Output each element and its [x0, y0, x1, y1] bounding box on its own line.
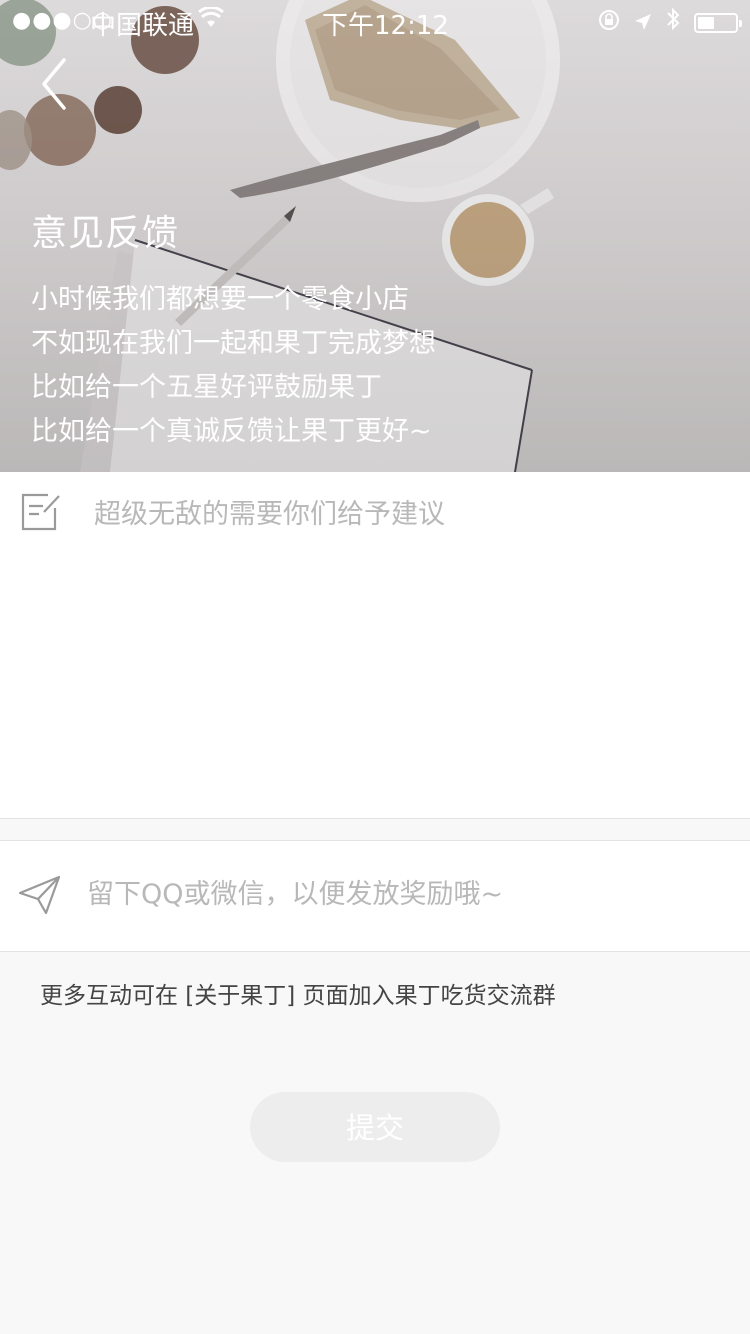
back-button[interactable]	[36, 56, 76, 112]
community-note: 更多互动可在 [关于果丁] 页面加入果丁吃货交流群	[40, 983, 556, 1009]
carrier-name: 中国联通	[90, 11, 195, 41]
chevron-left-icon	[42, 58, 66, 110]
battery-level	[698, 16, 714, 29]
paper-plane-icon	[18, 875, 62, 919]
feedback-section	[0, 472, 750, 819]
header-hero: ●●●○○ 中国联通 下午12:12 意见反馈 小时候我们都想要一个零食小店 不…	[0, 0, 750, 472]
contact-input[interactable]	[87, 869, 707, 919]
battery-icon	[694, 12, 742, 33]
location-arrow-icon	[634, 8, 652, 38]
intro-line: 不如现在我们一起和果丁完成梦想	[31, 328, 436, 359]
intro-line: 比如给一个真诚反馈让果丁更好~	[31, 416, 432, 447]
feedback-input[interactable]	[94, 492, 714, 792]
status-time: 下午12:12	[322, 11, 449, 41]
wifi-icon	[198, 5, 224, 36]
page-title: 意见反馈	[31, 213, 180, 254]
intro-line: 小时候我们都想要一个零食小店	[31, 284, 409, 315]
edit-note-icon	[20, 492, 62, 536]
orientation-lock-icon	[598, 8, 620, 38]
intro-line: 比如给一个五星好评鼓励果丁	[31, 372, 382, 403]
contact-section	[0, 840, 750, 952]
bluetooth-icon	[666, 7, 680, 38]
submit-button[interactable]: 提交	[250, 1092, 500, 1162]
status-bar: ●●●○○ 中国联通 下午12:12	[0, 0, 750, 41]
intro-text: 小时候我们都想要一个零食小店 不如现在我们一起和果丁完成梦想 比如给一个五星好评…	[31, 278, 436, 454]
